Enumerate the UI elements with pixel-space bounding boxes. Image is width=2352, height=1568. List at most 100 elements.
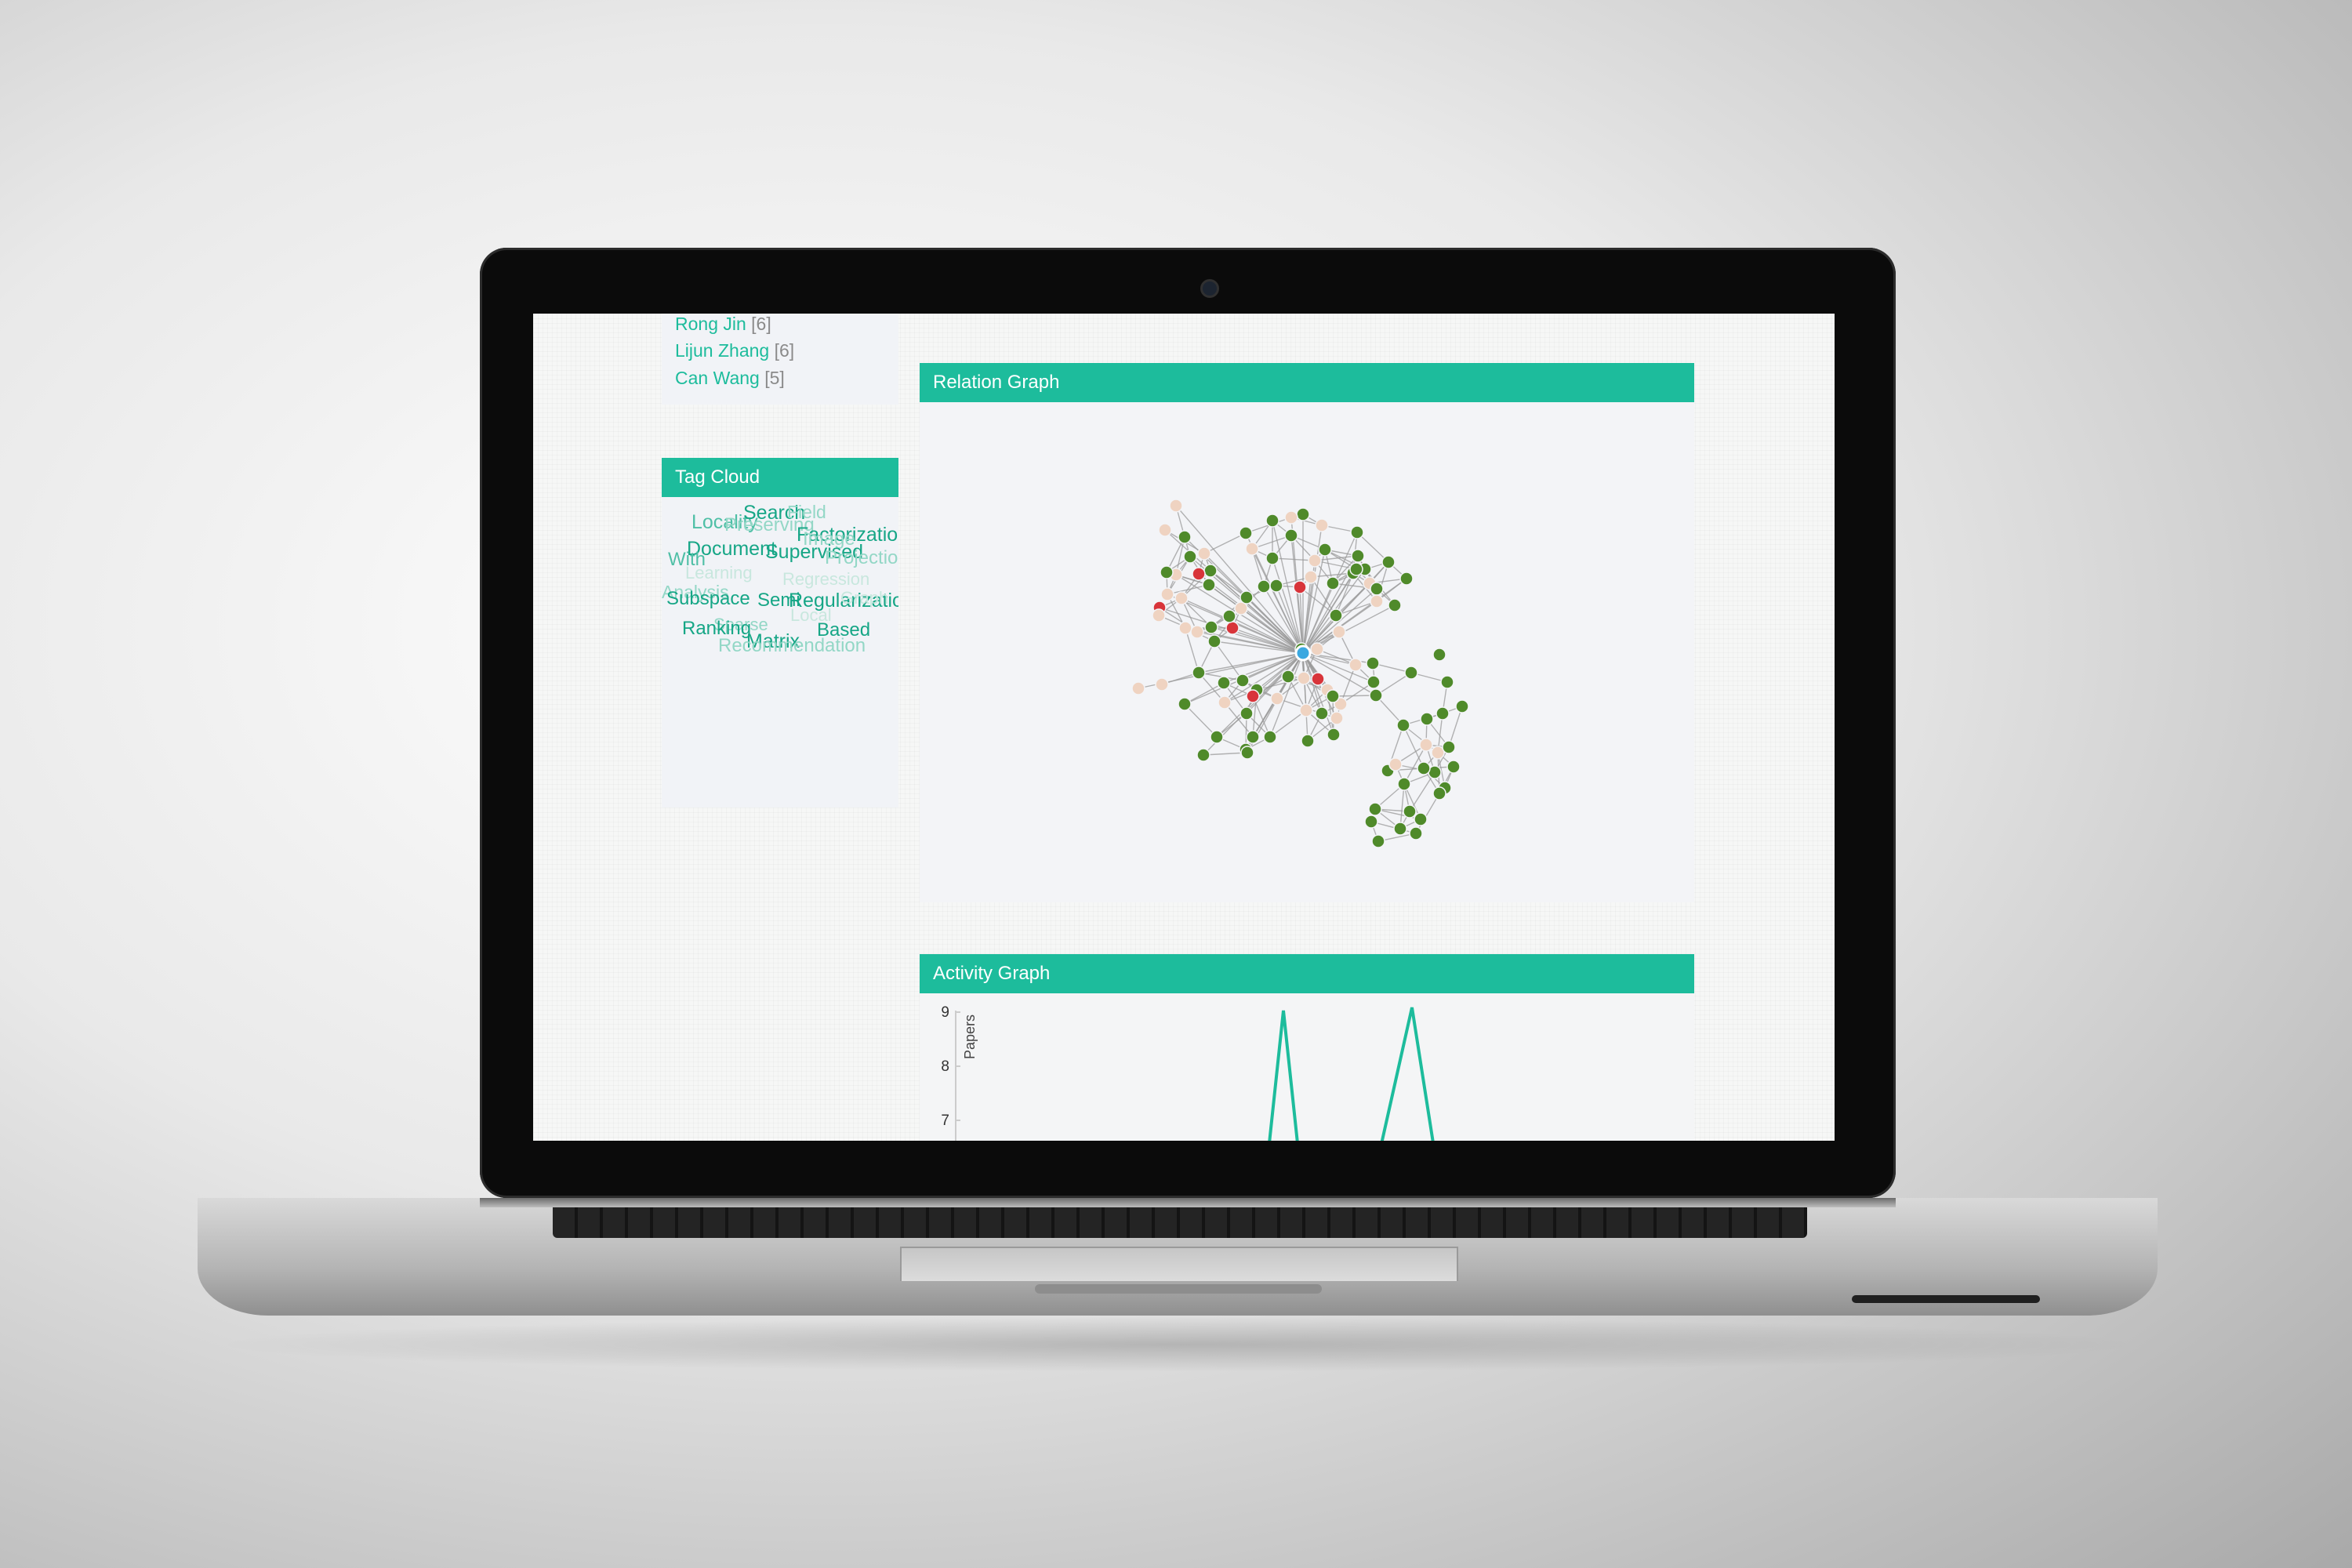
graph-node-green[interactable] [1350,525,1364,539]
graph-node-green[interactable] [1436,706,1450,720]
graph-node-red[interactable] [1225,621,1240,635]
coauthor-name[interactable]: Rong Jin [675,314,746,334]
graph-node-peach[interactable] [1158,523,1172,537]
graph-node-green[interactable] [1370,582,1384,596]
graph-node-peach[interactable] [1348,658,1363,672]
graph-node-green[interactable] [1455,699,1469,713]
graph-node-green[interactable] [1351,549,1365,563]
tag-word[interactable]: Graph [840,590,888,607]
graph-node-green[interactable] [1396,718,1410,732]
graph-node-peach[interactable] [1310,642,1324,656]
graph-node-green[interactable] [1239,526,1253,540]
tag-word[interactable]: Learning [685,564,753,582]
graph-node-green[interactable] [1301,734,1315,748]
graph-node-green[interactable] [1368,802,1382,816]
graph-node-green[interactable] [1326,576,1340,590]
graph-node-green[interactable] [1399,572,1414,586]
graph-node-green[interactable] [1420,712,1434,726]
graph-node-peach[interactable] [1332,625,1346,639]
graph-node-peach[interactable] [1169,499,1183,513]
graph-node-green[interactable] [1269,579,1283,593]
graph-node-peach[interactable] [1284,510,1298,524]
graph-node-green[interactable] [1240,706,1254,720]
graph-node-red[interactable] [1246,689,1260,703]
graph-node-green[interactable] [1178,697,1192,711]
graph-node-green[interactable] [1432,786,1446,800]
graph-node-peach[interactable] [1388,757,1403,771]
graph-node-green[interactable] [1246,730,1260,744]
graph-node-peach[interactable] [1304,570,1318,584]
graph-node-peach[interactable] [1419,738,1433,752]
graph-node-peach[interactable] [1160,587,1174,601]
graph-node-green[interactable] [1369,688,1383,702]
graph-node-green[interactable] [1409,826,1423,840]
graph-node-peach[interactable] [1370,594,1384,608]
graph-node-green[interactable] [1210,730,1224,744]
graph-node-peach[interactable] [1197,546,1211,561]
graph-node-green[interactable] [1203,564,1218,578]
graph-node-green[interactable] [1327,728,1341,742]
graph-node-green[interactable] [1204,620,1218,634]
graph-node-red[interactable] [1192,567,1206,581]
graph-node-green[interactable] [1315,706,1329,720]
graph-node-green[interactable] [1263,730,1277,744]
graph-node-green[interactable] [1446,760,1461,774]
coauthor-item[interactable]: Can Wang [5] [675,368,785,389]
graph-node-peach[interactable] [1308,554,1322,568]
graph-node-green[interactable] [1296,507,1310,521]
graph-node-green[interactable] [1192,666,1206,680]
graph-node-peach[interactable] [1315,518,1329,532]
tag-word[interactable]: Regression [782,571,869,588]
graph-node-peach[interactable] [1190,625,1204,639]
graph-node-green[interactable] [1367,675,1381,689]
graph-node-peach[interactable] [1174,591,1189,605]
graph-node-peach[interactable] [1299,703,1313,717]
graph-node-green[interactable] [1417,761,1431,775]
graph-node-peach[interactable] [1330,711,1344,725]
coauthor-name[interactable]: Can Wang [675,368,760,388]
graph-node-green[interactable] [1442,740,1456,754]
graph-node-green[interactable] [1388,598,1402,612]
graph-node-green[interactable] [1349,562,1363,576]
graph-node-green[interactable] [1326,689,1340,703]
tag-word[interactable]: Recommendation [718,637,866,655]
graph-node-peach[interactable] [1152,608,1166,622]
tag-word[interactable]: Subspace [666,590,750,608]
graph-node-green[interactable] [1404,666,1418,680]
graph-node-peach[interactable] [1270,691,1284,706]
graph-node-green[interactable] [1160,565,1174,579]
coauthor-item[interactable]: Lijun Zhang [6] [675,340,794,361]
graph-node-peach[interactable] [1297,671,1311,685]
graph-node-red[interactable] [1311,672,1325,686]
graph-node-green[interactable] [1397,777,1411,791]
relation-graph[interactable] [920,402,1694,902]
graph-node-green[interactable] [1393,822,1407,836]
graph-node-blue[interactable] [1294,644,1312,662]
coauthor-item[interactable]: Rong Jin [6] [675,314,771,335]
graph-node-green[interactable] [1371,834,1385,848]
graph-node-green[interactable] [1240,590,1254,604]
graph-node-green[interactable] [1318,543,1332,557]
graph-node-green[interactable] [1202,578,1216,592]
graph-node-green[interactable] [1284,528,1298,543]
graph-node-green[interactable] [1236,673,1250,688]
graph-node-green[interactable] [1183,550,1197,564]
graph-node-green[interactable] [1414,812,1428,826]
coauthor-name[interactable]: Lijun Zhang [675,340,769,361]
graph-node-peach[interactable] [1131,681,1145,695]
graph-node-green[interactable] [1329,608,1343,622]
graph-node-green[interactable] [1281,670,1295,684]
graph-node-green[interactable] [1381,555,1396,569]
graph-node-green[interactable] [1440,675,1454,689]
graph-node-green[interactable] [1207,634,1221,648]
graph-node-peach[interactable] [1245,542,1259,556]
graph-node-green[interactable] [1240,746,1254,760]
graph-node-green[interactable] [1432,648,1446,662]
tag-word[interactable]: Projection [825,549,898,568]
graph-node-green[interactable] [1222,609,1236,623]
graph-node-peach[interactable] [1178,621,1192,635]
graph-node-green[interactable] [1257,579,1271,593]
graph-node-green[interactable] [1265,514,1279,528]
graph-node-green[interactable] [1196,748,1210,762]
graph-node-peach[interactable] [1218,695,1232,710]
